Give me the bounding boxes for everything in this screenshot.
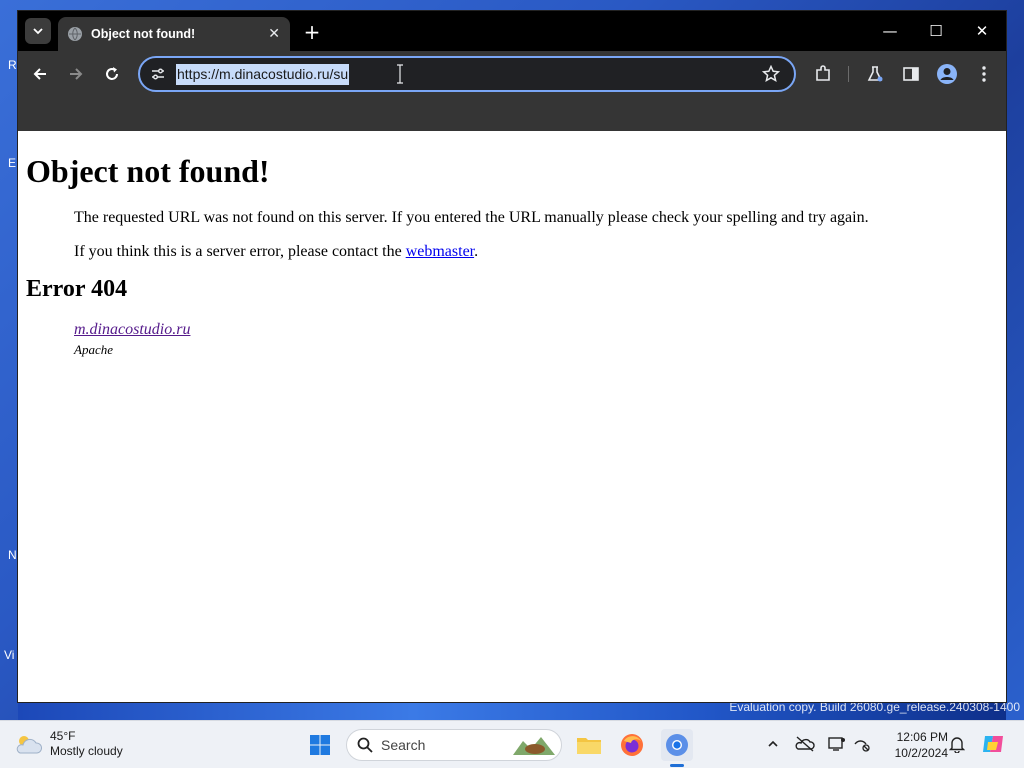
maximize-button[interactable]: ☐: [913, 11, 959, 51]
address-bar[interactable]: https://m.dinacostudio.ru/su: [138, 56, 796, 92]
page-title: Object not found!: [26, 153, 270, 189]
tab-active[interactable]: Object not found! ✕: [58, 17, 290, 51]
contact-suffix: .: [474, 243, 479, 260]
weather-widget[interactable]: 45°F Mostly cloudy: [14, 729, 123, 759]
side-panel-icon[interactable]: [899, 62, 923, 86]
webmaster-link[interactable]: webmaster: [406, 243, 474, 260]
toolbar-divider: [848, 66, 849, 82]
display-icon[interactable]: [826, 733, 848, 755]
browser-toolbar: https://m.dinacostudio.ru/su: [18, 51, 1006, 97]
system-clock[interactable]: 12:06 PM 10/2/2024: [876, 729, 948, 761]
clock-time: 12:06 PM: [896, 730, 948, 744]
chevron-up-icon[interactable]: [762, 733, 784, 755]
extensions-icon[interactable]: [811, 62, 835, 86]
bookmarks-bar: [18, 97, 1006, 131]
error-message: The requested URL was not found on this …: [74, 209, 869, 226]
tab-title: Object not found!: [91, 27, 196, 41]
file-explorer-icon[interactable]: [573, 729, 605, 761]
weather-condition: Mostly cloudy: [50, 744, 123, 758]
search-label: Search: [381, 737, 426, 753]
chrome-icon[interactable]: [661, 729, 693, 761]
error-code-heading: Error 404: [26, 276, 128, 302]
search-icon: [357, 737, 373, 753]
server-software: Apache: [74, 342, 113, 357]
desktop-icon-label[interactable]: E: [8, 156, 16, 170]
active-app-indicator: [670, 764, 684, 767]
arrow-left-icon: [33, 68, 46, 80]
desktop-icon-label[interactable]: R: [8, 58, 17, 72]
site-settings-icon[interactable]: [148, 64, 168, 84]
url-input[interactable]: https://m.dinacostudio.ru/su: [176, 64, 350, 85]
evaluation-watermark: Evaluation copy. Build 26080.ge_release.…: [729, 700, 1020, 714]
weather-temp: 45°F: [50, 729, 76, 743]
reload-icon: [106, 67, 118, 80]
taskbar: 45°F Mostly cloudy Search 12:06 PM 10/2/…: [0, 720, 1024, 768]
onedrive-offline-icon[interactable]: [794, 733, 816, 755]
windows-logo-icon: [310, 735, 330, 755]
labs-flask-icon[interactable]: [863, 62, 887, 86]
chevron-down-icon: [33, 28, 43, 35]
taskbar-search[interactable]: Search: [346, 729, 562, 761]
bookmark-star-icon[interactable]: [760, 63, 782, 85]
desktop-background: R E N Vi: [0, 0, 18, 720]
desktop-icon-label[interactable]: N: [8, 548, 17, 562]
firefox-icon[interactable]: [616, 729, 648, 761]
profile-avatar-icon[interactable]: [935, 62, 959, 86]
start-button[interactable]: [304, 729, 336, 761]
more-menu-icon[interactable]: [972, 62, 996, 86]
arrow-right-icon: [70, 68, 83, 80]
reload-button[interactable]: [98, 60, 126, 88]
clock-date: 10/2/2024: [894, 746, 948, 760]
globe-icon: [68, 27, 82, 41]
contact-message: If you think this is a server error, ple…: [74, 242, 998, 262]
error-description: The requested URL was not found on this …: [74, 208, 998, 262]
browser-window: Object not found! ✕ + — ☐ ✕ https://m.di…: [18, 11, 1006, 702]
tab-search-button[interactable]: [25, 18, 51, 44]
title-bar: Object not found! ✕ + — ☐ ✕: [18, 11, 1006, 51]
page-content: Object not found! The requested URL was …: [18, 131, 1006, 366]
tab-close-icon[interactable]: ✕: [268, 26, 280, 42]
copilot-icon[interactable]: [980, 731, 1006, 757]
search-highlight-image-icon: [513, 737, 555, 755]
server-address: m.dinacostudio.ru Apache: [74, 321, 998, 358]
close-window-button[interactable]: ✕: [959, 11, 1005, 51]
text-cursor-icon: [397, 64, 403, 84]
notification-bell-icon[interactable]: [946, 733, 968, 755]
back-button[interactable]: [26, 60, 54, 88]
contact-text: If you think this is a server error, ple…: [74, 243, 406, 260]
forward-button[interactable]: [62, 60, 90, 88]
network-icon[interactable]: [851, 733, 873, 755]
desktop-icon-label[interactable]: Vi: [4, 648, 14, 662]
minimize-button[interactable]: —: [867, 11, 913, 51]
cloud-icon: [16, 736, 42, 754]
new-tab-button[interactable]: +: [300, 20, 324, 44]
server-link[interactable]: m.dinacostudio.ru: [74, 321, 190, 338]
